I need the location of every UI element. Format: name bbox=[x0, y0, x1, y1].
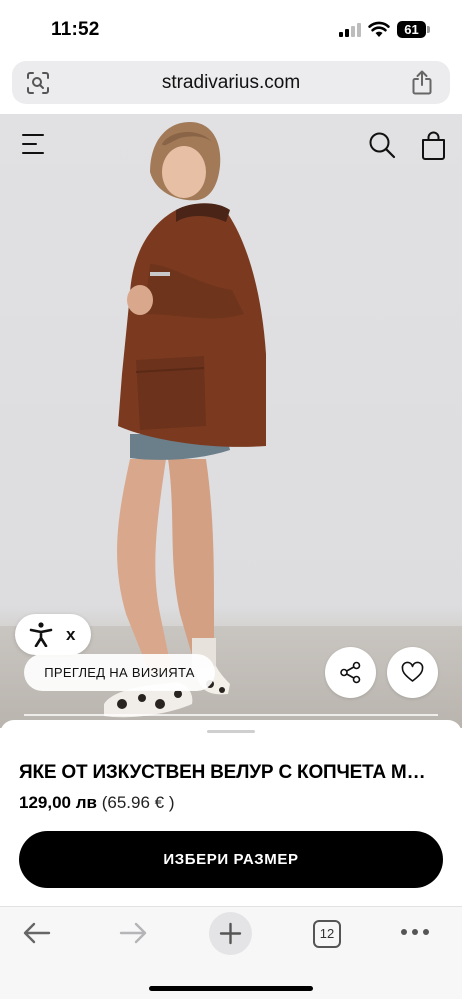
status-bar: 11:52 61 bbox=[0, 0, 462, 58]
browser-toolbar: 12 bbox=[0, 906, 462, 999]
back-arrow-icon[interactable] bbox=[22, 921, 52, 945]
battery-icon: 61 bbox=[397, 21, 430, 38]
signal-icon bbox=[339, 23, 361, 37]
address-bar[interactable]: stradivarius.com bbox=[12, 61, 450, 104]
price-row: 129,00 лв (65.96 € ) bbox=[19, 793, 174, 813]
gallery-progress-bar bbox=[24, 714, 438, 716]
address-url[interactable]: stradivarius.com bbox=[12, 61, 450, 104]
forward-arrow-icon[interactable] bbox=[118, 921, 148, 945]
tabs-icon[interactable]: 12 bbox=[313, 920, 341, 948]
status-time: 11:52 bbox=[51, 19, 100, 40]
shopping-bag-icon[interactable] bbox=[421, 131, 446, 160]
share-icon[interactable] bbox=[411, 70, 433, 95]
more-icon[interactable] bbox=[401, 929, 429, 937]
home-indicator bbox=[149, 986, 313, 991]
accessibility-icon[interactable] bbox=[29, 622, 53, 647]
heart-icon bbox=[401, 661, 424, 682]
plus-icon bbox=[219, 922, 242, 945]
product-price: 129,00 лв bbox=[19, 793, 97, 812]
share-icon bbox=[340, 661, 361, 684]
accessibility-close-button[interactable]: x bbox=[66, 614, 75, 655]
product-title: ЯКЕ ОТ ИЗКУСТВЕН ВЕЛУР С КОПЧЕТА МОНТГОМ… bbox=[19, 762, 439, 783]
menu-icon[interactable] bbox=[22, 134, 48, 156]
share-button[interactable] bbox=[325, 647, 376, 698]
search-icon[interactable] bbox=[368, 131, 396, 159]
product-image[interactable]: x ПРЕГЛЕД НА ВИЗИЯТА bbox=[0, 114, 462, 728]
product-sheet: ЯКЕ ОТ ИЗКУСТВЕН ВЕЛУР С КОПЧЕТА МОНТГОМ… bbox=[0, 720, 462, 906]
new-tab-button[interactable] bbox=[209, 912, 252, 955]
accessibility-widget[interactable]: x bbox=[15, 614, 91, 655]
visual-lookup-icon[interactable] bbox=[26, 71, 50, 95]
favorite-button[interactable] bbox=[387, 647, 438, 698]
view-look-button[interactable]: ПРЕГЛЕД НА ВИЗИЯТА bbox=[24, 654, 215, 691]
sheet-grabber[interactable] bbox=[207, 730, 255, 733]
battery-level: 61 bbox=[397, 21, 426, 38]
select-size-button[interactable]: ИЗБЕРИ РАЗМЕР bbox=[19, 831, 443, 888]
product-price-eur: (65.96 € ) bbox=[101, 793, 175, 812]
wifi-icon bbox=[368, 21, 390, 37]
